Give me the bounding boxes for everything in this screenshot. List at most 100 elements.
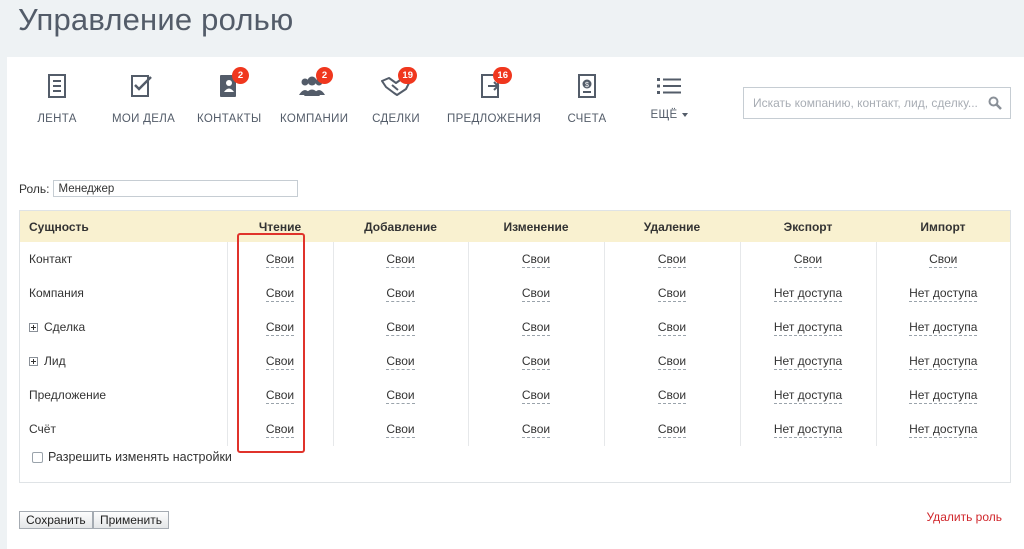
toolbar-label: ПРЕДЛОЖЕНИЯ <box>447 113 542 125</box>
permission-link[interactable]: Свои <box>521 286 551 302</box>
permission-cell: Свои <box>332 378 468 412</box>
permission-cell: Свои <box>739 242 876 276</box>
permission-link[interactable]: Свои <box>657 388 687 404</box>
quotes-badge: 16 <box>493 67 512 84</box>
column-header: Удаление <box>604 211 740 242</box>
permission-link[interactable]: Нет доступа <box>909 320 978 336</box>
permission-cell: Свои <box>467 276 604 310</box>
permission-link[interactable]: Нет доступа <box>773 354 843 370</box>
permission-link[interactable]: Свои <box>386 354 415 370</box>
permission-link[interactable]: Свои <box>521 354 551 370</box>
permission-link[interactable]: Свои <box>657 320 687 336</box>
permission-cell: Нет доступа <box>739 412 876 446</box>
crm-toolbar: ЛЕНТА МОИ ДЕЛА 2 КОНТАКТЫ 2 КОМПАНИИ 19 … <box>7 57 1024 167</box>
permission-cell: Нет доступа <box>875 276 1010 310</box>
companies-icon: 2 <box>297 67 333 101</box>
feed-icon <box>42 71 72 101</box>
quotes-icon: 16 <box>476 67 512 101</box>
permission-cell: Нет доступа <box>739 378 876 412</box>
permission-link[interactable]: Нет доступа <box>909 286 978 302</box>
allow-settings-checkbox[interactable] <box>32 451 43 463</box>
search-icon[interactable] <box>988 96 1002 115</box>
permission-link[interactable]: Свои <box>386 388 415 404</box>
permission-link[interactable]: Свои <box>929 252 958 268</box>
save-button[interactable]: Сохранить <box>19 511 93 529</box>
permission-cell: Нет доступа <box>875 412 1010 446</box>
main-panel: ЛЕНТА МОИ ДЕЛА 2 КОНТАКТЫ 2 КОМПАНИИ 19 … <box>7 57 1024 549</box>
toolbar-label: КОНТАКТЫ <box>197 113 262 125</box>
delete-role-link[interactable]: Удалить роль <box>927 510 1003 524</box>
role-name-input[interactable] <box>53 180 299 197</box>
entity-label: Сделка <box>44 320 86 334</box>
permission-link[interactable]: Свои <box>521 422 551 438</box>
permission-link[interactable]: Свои <box>386 286 415 302</box>
permission-cell: Свои <box>603 344 740 378</box>
permission-cell: Нет доступа <box>875 310 1010 344</box>
read-column-highlight <box>237 233 305 453</box>
toolbar-item-companies[interactable]: 2 КОМПАНИИ <box>280 67 348 125</box>
table-row: Счёт Свои Свои Свои Свои Нет доступа Нет… <box>20 412 1010 446</box>
tasks-icon <box>127 71 157 101</box>
permission-cell: Свои <box>603 242 740 276</box>
permission-cell: Свои <box>875 242 1010 276</box>
permission-cell: Нет доступа <box>739 344 876 378</box>
permission-link[interactable]: Нет доступа <box>773 422 843 438</box>
toolbar-label: ЕЩЁ <box>647 109 691 121</box>
permission-link[interactable]: Свои <box>657 422 687 438</box>
permission-link[interactable]: Нет доступа <box>909 354 978 370</box>
permission-link[interactable]: Свои <box>657 286 687 302</box>
invoices-icon: $ <box>572 71 602 101</box>
permission-link[interactable]: Нет доступа <box>773 388 843 404</box>
permission-cell: Свои <box>467 412 604 446</box>
list-icon <box>654 71 684 101</box>
table-row: Предложение Свои Свои Свои Свои Нет дост… <box>20 378 1010 412</box>
search-input[interactable] <box>744 88 984 118</box>
toolbar-label: СЧЕТА <box>567 113 607 125</box>
permission-link[interactable]: Свои <box>386 422 415 438</box>
permission-link[interactable]: Нет доступа <box>909 388 978 404</box>
permission-link[interactable]: Нет доступа <box>909 422 978 438</box>
permission-link[interactable]: Нет доступа <box>773 320 843 336</box>
toolbar-item-quotes[interactable]: 16 ПРЕДЛОЖЕНИЯ <box>447 67 542 125</box>
apply-button[interactable]: Применить <box>93 511 170 529</box>
permission-cell: Свои <box>603 310 740 344</box>
toolbar-label: СДЕЛКИ <box>372 113 420 125</box>
column-header: Импорт <box>876 211 1010 242</box>
permission-link[interactable]: Нет доступа <box>773 286 843 302</box>
entity-label: Контакт <box>29 252 73 266</box>
table-row: Лид Свои Свои Свои Свои Нет доступа Нет … <box>20 344 1010 378</box>
entity-label: Счёт <box>29 422 56 436</box>
search-box <box>743 87 1011 119</box>
role-label: Роль: <box>19 181 50 196</box>
toolbar-item-tasks[interactable]: МОИ ДЕЛА <box>112 71 176 125</box>
table-header-row: Сущность Чтение Добавление Изменение Уда… <box>20 211 1010 242</box>
permission-cell: Свои <box>332 276 468 310</box>
permission-link[interactable]: Свои <box>793 252 823 268</box>
permission-cell: Нет доступа <box>739 310 876 344</box>
expand-icon[interactable] <box>29 357 38 366</box>
permission-link[interactable]: Свои <box>521 388 551 404</box>
permission-cell: Нет доступа <box>875 344 1010 378</box>
permission-link[interactable]: Свои <box>657 354 687 370</box>
toolbar-item-contacts[interactable]: 2 КОНТАКТЫ <box>197 67 262 125</box>
permission-cell: Свои <box>332 344 468 378</box>
permission-link[interactable]: Свои <box>386 320 415 336</box>
permission-link[interactable]: Свои <box>521 320 551 336</box>
toolbar-item-feed[interactable]: ЛЕНТА <box>37 71 77 125</box>
entity-label: Компания <box>29 286 84 300</box>
role-row: Роль: <box>19 180 299 197</box>
entity-cell: Предложение <box>20 378 227 412</box>
permission-cell: Свои <box>603 378 740 412</box>
toolbar-item-deals[interactable]: 19 СДЕЛКИ <box>372 67 420 125</box>
permission-link[interactable]: Свои <box>657 252 687 268</box>
permissions-table: Сущность Чтение Добавление Изменение Уда… <box>20 211 1010 446</box>
permission-link[interactable]: Свои <box>521 252 551 268</box>
toolbar-item-more[interactable]: ЕЩЁ <box>647 71 691 121</box>
permissions-table-box: Сущность Чтение Добавление Изменение Уда… <box>19 210 1011 483</box>
toolbar-item-invoices[interactable]: $ СЧЕТА <box>567 71 607 125</box>
permission-link[interactable]: Свои <box>386 252 415 268</box>
entity-cell: Контакт <box>20 242 227 276</box>
toolbar-label: МОИ ДЕЛА <box>112 113 176 125</box>
expand-icon[interactable] <box>29 323 38 332</box>
permission-cell: Свои <box>332 412 468 446</box>
